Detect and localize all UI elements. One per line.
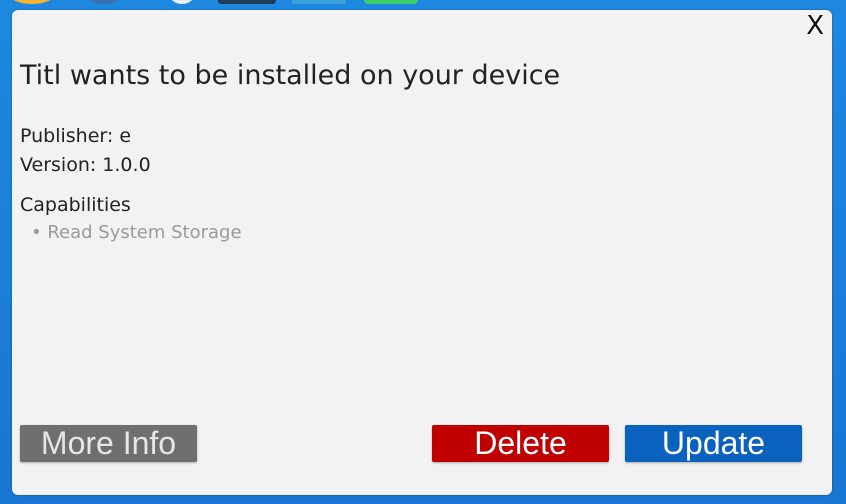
close-icon[interactable]: X — [806, 12, 824, 40]
taskbar-app-icon[interactable] — [170, 0, 194, 4]
taskbar-app-icon[interactable] — [86, 0, 122, 4]
install-dialog: X Titl wants to be installed on your dev… — [12, 10, 832, 495]
taskbar-app-icon[interactable] — [10, 0, 54, 4]
capabilities-heading: Capabilities — [20, 194, 131, 216]
more-info-button[interactable]: More Info — [20, 425, 197, 462]
taskbar-app-icon[interactable] — [218, 0, 276, 4]
taskbar-app-icon[interactable] — [292, 0, 346, 4]
taskbar-app-icon[interactable] — [364, 0, 418, 4]
capability-item: • Read System Storage — [31, 222, 242, 243]
dialog-title: Titl wants to be installed on your devic… — [20, 60, 561, 91]
version-text: Version: 1.0.0 — [20, 154, 151, 176]
publisher-text: Publisher: e — [20, 125, 132, 147]
delete-button[interactable]: Delete — [432, 425, 609, 462]
update-button[interactable]: Update — [625, 425, 802, 462]
